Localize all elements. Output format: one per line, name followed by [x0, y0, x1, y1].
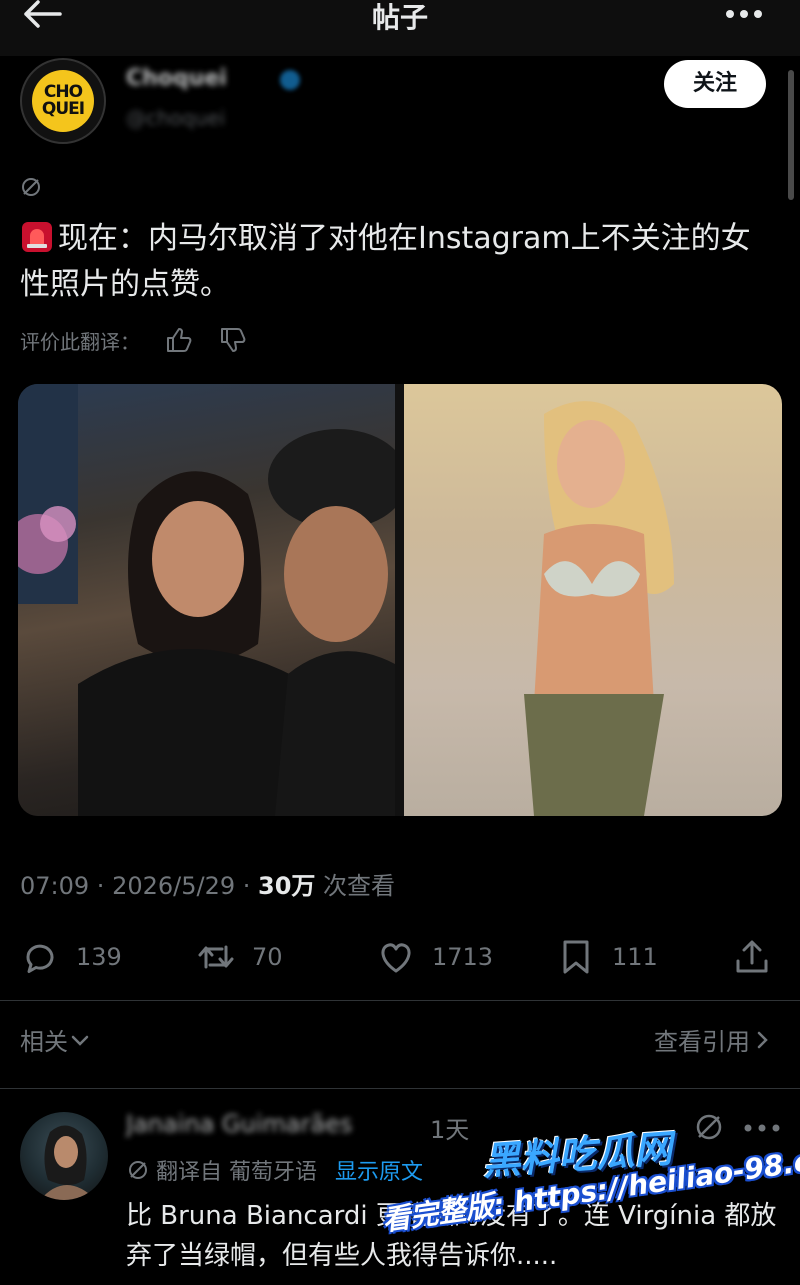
- action-bar: 139 70 1713 111: [20, 934, 780, 980]
- scrollbar[interactable]: [788, 70, 794, 200]
- chevron-down-icon: [71, 1035, 89, 1046]
- divider: [0, 1088, 800, 1089]
- tweet-date: 2026/5/29: [112, 872, 236, 900]
- photo-woman-illustration: [524, 401, 674, 816]
- view-count[interactable]: 30万: [258, 872, 315, 900]
- thumbs-up-icon[interactable]: [164, 325, 194, 355]
- rate-translation-row: 评价此翻译：: [20, 320, 248, 360]
- reply-avatar[interactable]: [20, 1112, 108, 1200]
- chevron-right-icon: [757, 1031, 768, 1048]
- reply-time: 1天: [430, 1116, 470, 1144]
- photo-couple-illustration: [18, 384, 408, 816]
- tweet-meta: 07:09 · 2026/5/29 · 30万 次查看: [20, 866, 395, 901]
- bookmark-icon: [563, 940, 589, 974]
- reply-button[interactable]: 139: [20, 934, 122, 980]
- bookmark-button[interactable]: 111: [556, 934, 658, 980]
- reply-author-name[interactable]: Janaina Guimarães: [126, 1110, 456, 1140]
- related-label: 相关: [20, 1028, 68, 1056]
- translation-info: 翻译自 葡萄牙语 显示原文: [126, 1154, 423, 1186]
- tweet-text: 现在：内马尔取消了对他在Instagram上不关注的女性照片的点赞。: [20, 216, 780, 308]
- page-title: 帖子: [371, 1, 428, 34]
- thumbs-down-icon[interactable]: [218, 325, 248, 355]
- reply-icon: [26, 944, 54, 973]
- view-quotes-link[interactable]: 查看引用: [654, 1022, 774, 1057]
- tweet-body: 现在：内马尔取消了对他在Instagram上不关注的女性照片的点赞。: [20, 221, 751, 302]
- tweet-time: 07:09: [20, 872, 90, 900]
- logo-line2: QUEI: [41, 99, 85, 119]
- author-avatar[interactable]: CHO QUEI: [20, 58, 106, 144]
- views-label: 次查看: [315, 872, 396, 900]
- share-icon: [736, 940, 768, 973]
- author-handle[interactable]: @choquei: [126, 106, 276, 130]
- retweet-button[interactable]: 70: [196, 934, 283, 980]
- translate-globe-icon: [129, 1161, 147, 1179]
- meta-separator: ·: [89, 872, 113, 900]
- related-dropdown[interactable]: 相关: [20, 1022, 92, 1057]
- translated-from-label: 翻译自 葡萄牙语: [156, 1160, 317, 1185]
- tweet-media[interactable]: [18, 384, 782, 816]
- retweet-count: 70: [252, 943, 283, 971]
- like-button[interactable]: 1713: [376, 934, 493, 980]
- top-bar: 帖子: [0, 0, 800, 56]
- reply-count: 139: [76, 943, 122, 971]
- divider: [0, 1000, 800, 1001]
- heart-icon: [381, 943, 411, 973]
- translate-globe-icon: [22, 178, 40, 196]
- retweet-icon: [198, 945, 234, 969]
- like-count: 1713: [432, 943, 494, 971]
- photo-couple[interactable]: [18, 384, 408, 816]
- meta-separator: ·: [235, 872, 259, 900]
- quotes-label: 查看引用: [654, 1028, 750, 1056]
- translate-globe-icon: [696, 1114, 722, 1140]
- more-button[interactable]: [724, 4, 764, 24]
- photo-woman[interactable]: [404, 384, 782, 816]
- siren-icon: [22, 222, 52, 252]
- verified-badge-icon: [280, 70, 300, 90]
- show-original-link[interactable]: 显示原文: [335, 1154, 423, 1186]
- reply-avatar-image: [40, 1125, 96, 1200]
- rate-label: 评价此翻译：: [20, 329, 140, 354]
- author-name[interactable]: Choquei: [126, 66, 306, 92]
- more-horizontal-icon[interactable]: [742, 1124, 782, 1132]
- follow-button[interactable]: 关注: [664, 60, 766, 108]
- more-horizontal-icon: [726, 10, 762, 18]
- share-button[interactable]: [732, 934, 788, 980]
- choquei-logo: CHO QUEI: [32, 70, 94, 132]
- bookmark-count: 111: [612, 943, 658, 971]
